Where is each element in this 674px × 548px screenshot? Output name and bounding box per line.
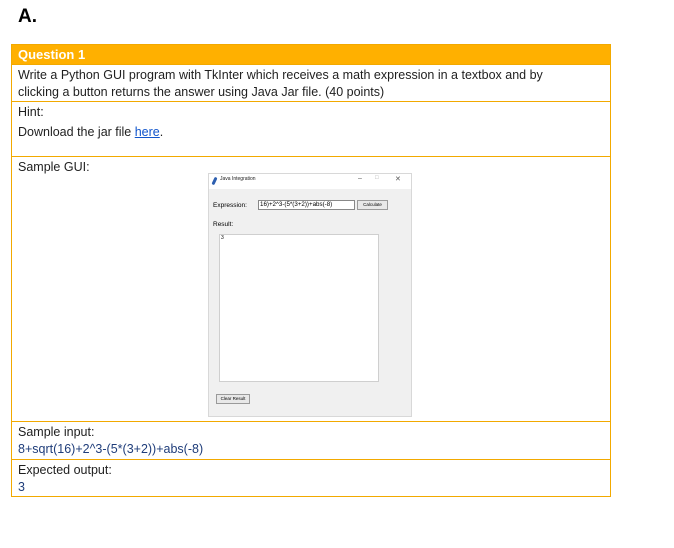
hint-label: Hint: xyxy=(18,105,44,119)
sample-input-value: 8+sqrt(16)+2^3-(5*(3+2))+abs(-8) xyxy=(18,442,204,456)
hint-period: . xyxy=(159,125,164,139)
question-table: Question 1 Write a Python GUI program wi… xyxy=(11,44,611,497)
hint-text: Download the jar file xyxy=(18,125,135,139)
close-icon: ✕ xyxy=(395,176,401,183)
expected-output-value: 3 xyxy=(18,480,25,494)
sample-input-row: Sample input: 8+sqrt(16)+2^3-(5*(3+2))+a… xyxy=(11,422,611,460)
expression-input: 16)+2^3-(5*(3+2))+abs(-8) xyxy=(258,200,355,210)
expression-label: Expression: xyxy=(213,202,247,209)
question-header: Question 1 xyxy=(18,47,86,62)
sample-input-label: Sample input: xyxy=(18,425,95,439)
description-text: Write a Python GUI program with TkInter … xyxy=(12,65,610,101)
tk-window-screenshot: Java Integration – □ ✕ Expression: 16)+2… xyxy=(208,173,412,417)
result-value: 3 xyxy=(221,235,224,241)
clear-result-button: Clear Result xyxy=(216,394,250,404)
expected-output-row: Expected output: 3 xyxy=(11,460,611,497)
hint-text-line: Download the jar file here. xyxy=(18,124,604,141)
calculate-button: Calculate xyxy=(357,200,388,210)
maximize-icon: □ xyxy=(375,175,379,181)
description-line-1: Write a Python GUI program with TkInter … xyxy=(18,68,543,82)
result-textbox: 3 xyxy=(219,234,379,382)
feather-icon xyxy=(211,176,218,186)
minimize-icon: – xyxy=(358,175,362,182)
hint-row: Hint: Download the jar file here. xyxy=(11,102,611,157)
tk-window-title: Java Integration xyxy=(220,176,256,182)
section-title: A. xyxy=(18,6,37,27)
jar-download-link[interactable]: here xyxy=(135,125,160,139)
question-header-row: Question 1 xyxy=(11,44,611,65)
sample-gui-row: Sample GUI: Java Integration – □ ✕ Expre… xyxy=(11,157,611,422)
description-line-2: clicking a button returns the answer usi… xyxy=(18,85,385,99)
description-row: Write a Python GUI program with TkInter … xyxy=(11,65,611,102)
expected-output-label: Expected output: xyxy=(18,463,112,477)
tk-titlebar: Java Integration – □ ✕ xyxy=(209,174,411,189)
result-label: Result: xyxy=(213,221,234,228)
